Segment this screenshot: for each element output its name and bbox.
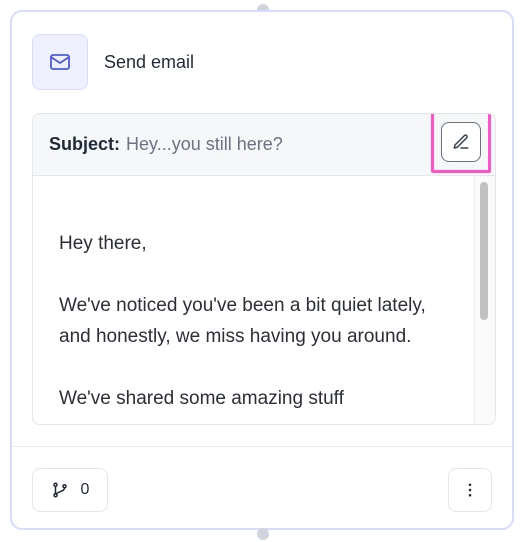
edit-email-button[interactable] xyxy=(441,122,481,162)
body-paragraph: We've noticed you've been a bit quiet la… xyxy=(59,295,426,347)
edit-icon xyxy=(453,134,469,149)
footer-divider xyxy=(12,446,512,447)
email-preview: Subject: Hey...you still here? Hey there… xyxy=(32,113,496,425)
node-title: Send email xyxy=(104,51,195,72)
node-header: Send email xyxy=(32,34,194,90)
branch-count: 0 xyxy=(80,481,90,498)
email-body-text: Hey there, We've noticed you've been a b… xyxy=(59,228,443,424)
more-options-button[interactable] xyxy=(448,468,492,512)
more-vertical-icon xyxy=(468,483,472,497)
git-branch-icon xyxy=(52,482,67,498)
subject-value: Hey...you still here? xyxy=(126,134,283,154)
body-paragraph: We've shared some amazing stuff xyxy=(59,388,344,409)
connector-handle-bottom[interactable] xyxy=(257,528,269,540)
subject-label: Subject: xyxy=(49,134,121,154)
scrollbar-thumb[interactable] xyxy=(480,182,488,320)
edit-button-highlight xyxy=(431,114,491,173)
branch-button[interactable]: 0 xyxy=(32,468,108,512)
subject-bar: Subject: Hey...you still here? xyxy=(33,114,495,176)
mail-icon xyxy=(32,34,88,90)
body-paragraph: Hey there, xyxy=(59,233,147,254)
email-body[interactable]: Hey there, We've noticed you've been a b… xyxy=(33,176,495,424)
send-email-node-card[interactable]: Send email Subject: Hey...you still here… xyxy=(10,10,514,530)
email-body-scrollbar[interactable] xyxy=(474,176,495,424)
